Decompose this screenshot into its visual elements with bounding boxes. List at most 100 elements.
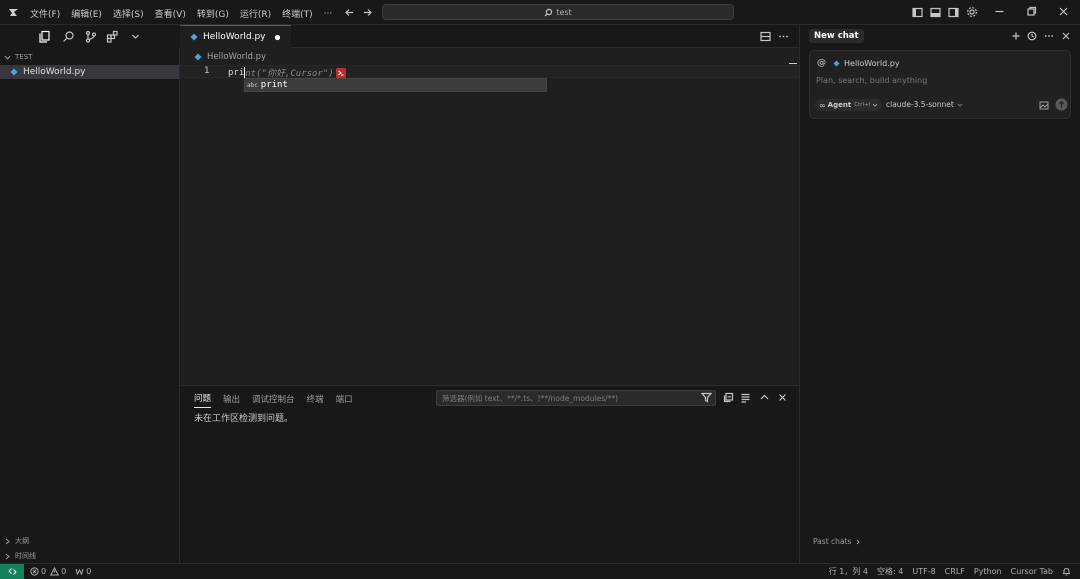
tab-label: HelloWorld.py: [203, 32, 266, 42]
menu-selection[interactable]: 选择(S): [113, 7, 144, 20]
chat-tab-new-chat[interactable]: New chat: [809, 29, 864, 43]
close-chat-icon[interactable]: [1061, 31, 1071, 41]
view-as-list-icon[interactable]: [740, 392, 751, 403]
close-panel-icon[interactable]: [777, 392, 788, 403]
restore-icon[interactable]: [1026, 6, 1037, 17]
no-problems-message: 未在工作区检测到问题。: [194, 414, 294, 424]
panel-tabs: 问题 输出 调试控制台 终端 端口: [194, 392, 365, 408]
menu-go[interactable]: 转到(G): [197, 7, 229, 20]
search-view-icon[interactable]: [62, 30, 75, 43]
remote-indicator[interactable]: [0, 563, 24, 579]
cursor-tab-status[interactable]: Cursor Tab: [1011, 567, 1053, 576]
problems-filter-input[interactable]: 筛选器(例如 text、**/*.ts、!**/node_modules/**): [436, 390, 716, 406]
menu-run[interactable]: 运行(R): [240, 7, 271, 20]
menu-terminal[interactable]: 终端(T): [282, 7, 313, 20]
chat-placeholder: Plan, search, build anything: [816, 76, 928, 85]
minimap-indicator: [789, 63, 797, 64]
language-mode[interactable]: Python: [974, 567, 1002, 576]
file-item-helloworld[interactable]: HelloWorld.py: [0, 65, 179, 79]
tab-ports[interactable]: 端口: [336, 393, 353, 408]
bottom-panel: 问题 输出 调试控制台 终端 端口 筛选器(例如 text、**/*.ts、!*…: [180, 385, 799, 563]
typed-code: pri: [228, 67, 245, 78]
chat-panel: New chat @ HelloWorld.py Plan, search, b…: [799, 25, 1080, 563]
tab-helloworld[interactable]: HelloWorld.py: [180, 25, 291, 48]
title-bar: 文件(F) 编辑(E) 选择(S) 查看(V) 转到(G) 运行(R) 终端(T…: [0, 0, 1080, 25]
python-file-icon: [194, 53, 202, 61]
cursor-logo-icon: [8, 7, 19, 18]
ports-status[interactable]: 0: [75, 567, 91, 576]
notifications-bell-icon[interactable]: [1062, 567, 1071, 576]
toggle-panel-icon[interactable]: [930, 7, 941, 18]
model-selector[interactable]: claude-3.5-sonnet: [886, 100, 963, 109]
source-control-icon[interactable]: [84, 30, 97, 43]
infinity-icon: ∞: [819, 100, 826, 110]
layout-controls: [912, 6, 978, 18]
problems-status[interactable]: 0 0: [30, 567, 66, 576]
text-suggestion-icon: abc: [247, 81, 258, 89]
menu-file[interactable]: 文件(F): [30, 7, 60, 20]
minimize-icon[interactable]: [994, 6, 1005, 17]
suggest-widget[interactable]: abc print: [244, 78, 547, 92]
command-center-search[interactable]: test: [382, 4, 734, 20]
explorer-files-icon[interactable]: [38, 30, 51, 43]
outline-section-header[interactable]: 大纲: [4, 536, 29, 546]
maximize-panel-icon[interactable]: [759, 392, 770, 403]
agent-label: Agent: [827, 101, 852, 109]
chat-history-icon[interactable]: [1027, 31, 1037, 41]
breadcrumb: HelloWorld.py: [194, 52, 266, 62]
python-file-icon: [190, 33, 198, 41]
filter-placeholder: 筛选器(例如 text、**/*.ts、!**/node_modules/**): [442, 393, 619, 403]
python-file-icon: [833, 60, 840, 67]
context-file-chip[interactable]: HelloWorld.py: [833, 59, 900, 68]
explorer-section-header[interactable]: TEST: [4, 53, 32, 61]
add-chat-icon[interactable]: [1011, 31, 1021, 41]
ports-icon: [75, 567, 84, 576]
agent-mode-selector[interactable]: ∞ Agent Ctrl+I: [815, 99, 883, 111]
image-upload-icon[interactable]: [1039, 101, 1049, 110]
settings-gear-icon[interactable]: [966, 6, 978, 18]
unsaved-dot-icon[interactable]: [274, 34, 281, 41]
cursor-position[interactable]: 行 1，列 4: [829, 566, 868, 577]
line-number: 1: [204, 66, 210, 76]
error-icon: [30, 567, 39, 576]
error-count: 0: [41, 567, 47, 576]
file-name: HelloWorld.py: [23, 67, 86, 77]
sidebar-view-switcher: [0, 25, 180, 48]
chat-more-icon[interactable]: [1044, 31, 1054, 41]
suggestion-item[interactable]: print: [261, 80, 288, 90]
more-actions-icon[interactable]: [778, 31, 789, 42]
menu-more[interactable]: ···: [324, 9, 333, 19]
tab-output[interactable]: 输出: [223, 393, 240, 408]
search-icon: [544, 8, 553, 17]
line-ending[interactable]: CRLF: [945, 567, 965, 576]
agent-shortcut: Ctrl+I: [854, 102, 871, 108]
tab-debug-console[interactable]: 调试控制台: [252, 393, 295, 408]
editor-tab-bar: HelloWorld.py: [180, 25, 799, 48]
code-editor[interactable]: HelloWorld.py 1 pri nt("你好,Cursor") abc …: [180, 48, 799, 385]
context-file-name: HelloWorld.py: [844, 58, 900, 68]
file-encoding[interactable]: UTF-8: [912, 567, 935, 576]
collapse-all-icon[interactable]: [723, 392, 734, 403]
split-editor-icon[interactable]: [760, 31, 771, 42]
timeline-label: 时间线: [15, 552, 36, 560]
tab-terminal[interactable]: 终端: [307, 393, 324, 408]
menu-view[interactable]: 查看(V): [155, 7, 186, 20]
past-chats-link[interactable]: Past chats: [813, 537, 861, 546]
indentation[interactable]: 空格: 4: [877, 566, 903, 577]
send-button-icon[interactable]: [1055, 98, 1068, 111]
back-arrow-icon[interactable]: [344, 7, 355, 18]
chat-input-box[interactable]: @ HelloWorld.py Plan, search, build anyt…: [809, 50, 1071, 119]
outline-label: 大纲: [15, 537, 29, 545]
close-window-icon[interactable]: [1058, 6, 1069, 17]
extensions-icon[interactable]: [106, 30, 119, 43]
toggle-secondary-sidebar-icon[interactable]: [948, 7, 959, 18]
timeline-section-header[interactable]: 时间线: [4, 551, 36, 561]
chevron-down-icon[interactable]: [130, 31, 141, 42]
menu-edit[interactable]: 编辑(E): [71, 7, 102, 20]
tab-problems[interactable]: 问题: [194, 392, 212, 408]
filter-funnel-icon[interactable]: [701, 392, 712, 403]
forward-arrow-icon[interactable]: [362, 7, 373, 18]
toggle-primary-sidebar-icon[interactable]: [912, 7, 923, 18]
breadcrumb-file[interactable]: HelloWorld.py: [207, 52, 266, 62]
mention-at-icon[interactable]: @: [817, 58, 826, 68]
